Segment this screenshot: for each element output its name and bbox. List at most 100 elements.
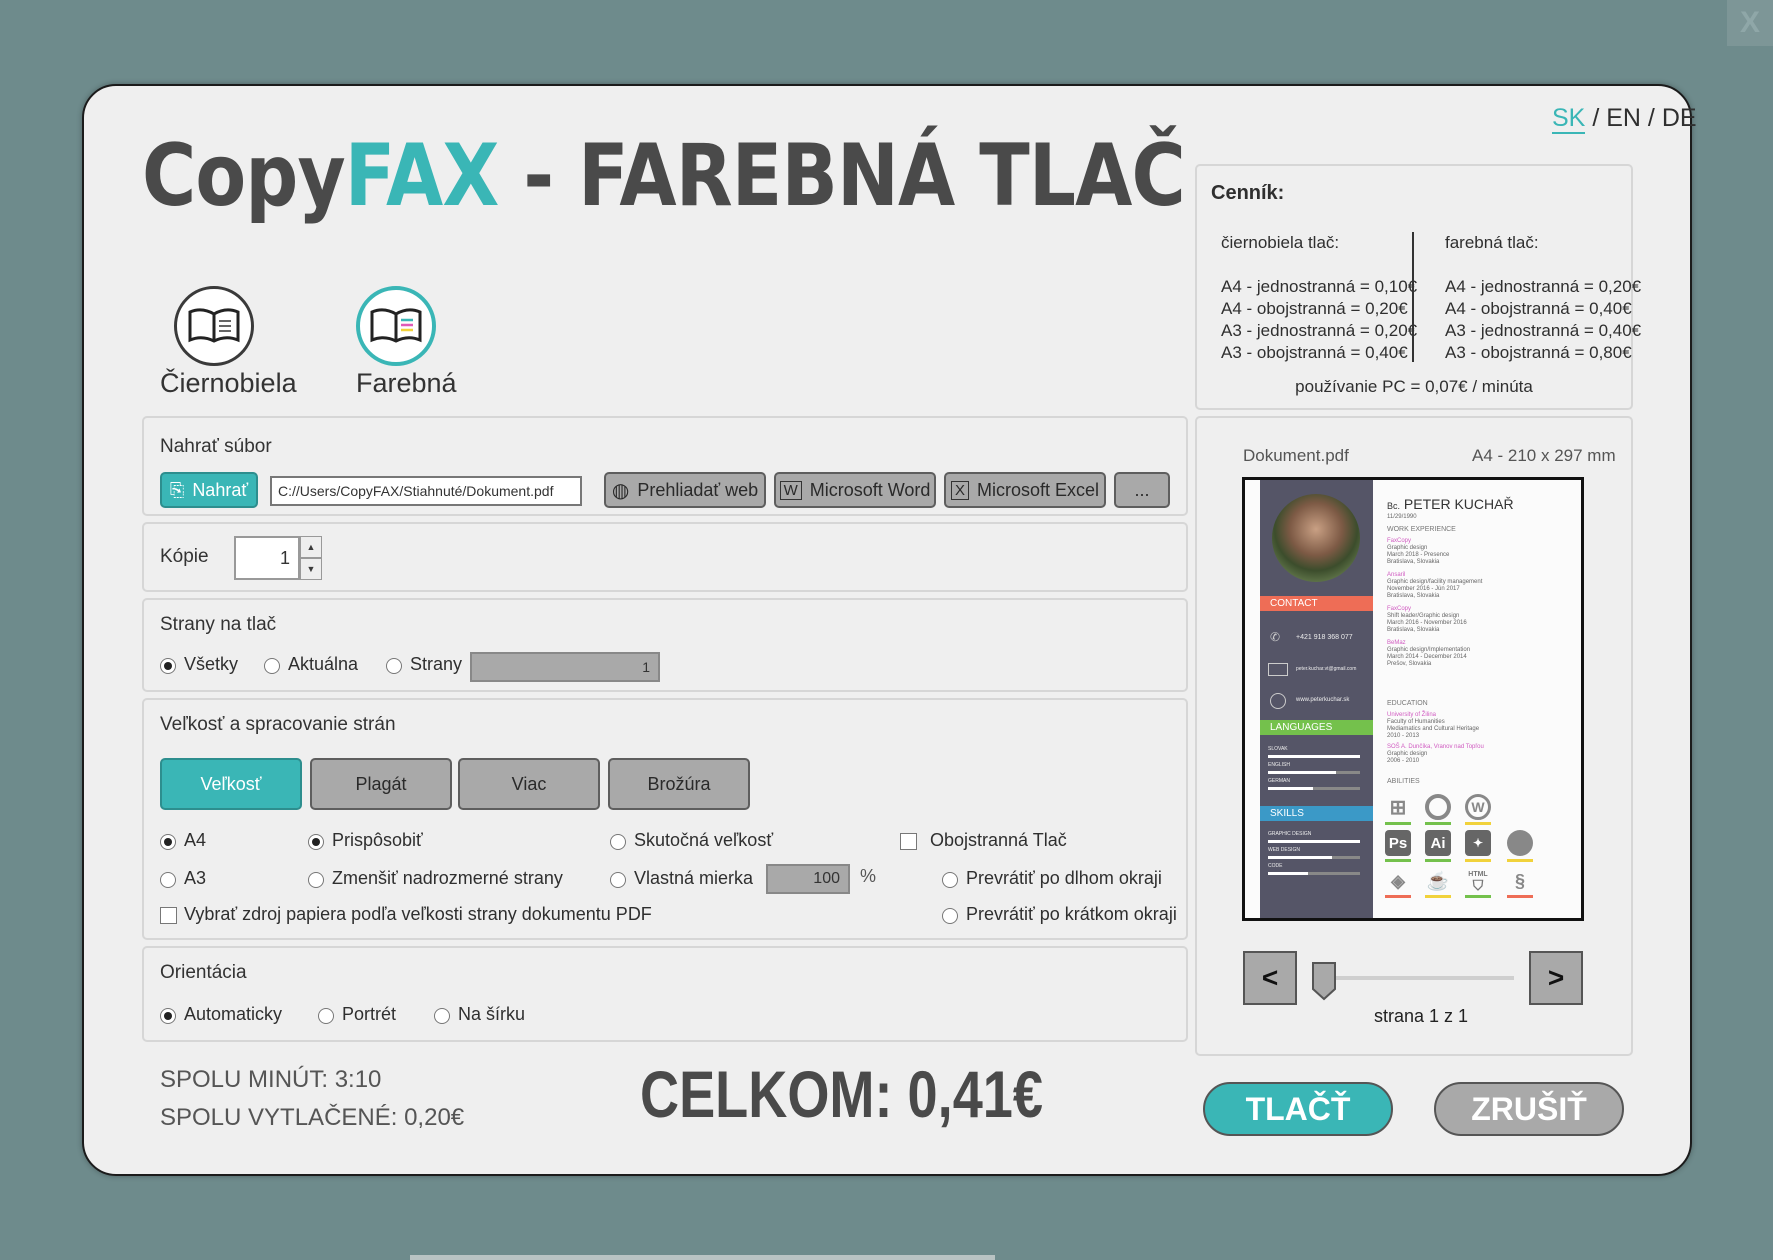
- mode-color[interactable]: [356, 286, 436, 366]
- custom-scale-radio[interactable]: [610, 872, 626, 888]
- globe-icon: ◍: [611, 479, 630, 502]
- browse-web-button[interactable]: ◍ Prehliadať web: [604, 472, 766, 508]
- ability-bar: [1425, 859, 1451, 862]
- cv-skill-item: CODE: [1268, 863, 1283, 869]
- cv-work-line: Bratislava, Slovakia: [1387, 559, 1440, 565]
- tab-booklet[interactable]: Brožúra: [608, 758, 750, 810]
- pages-range-input[interactable]: 1: [470, 652, 660, 682]
- cancel-button[interactable]: ZRUŠIŤ: [1434, 1082, 1624, 1136]
- size-label: Veľkosť a spracovanie strán: [160, 714, 396, 735]
- preview-filename: Dokument.pdf: [1243, 446, 1349, 465]
- lang-en[interactable]: EN: [1606, 104, 1641, 132]
- pages-label: Strany na tlač: [160, 614, 277, 635]
- cv-work-item: Ansaril Graphic design/facility managemen…: [1387, 572, 1482, 600]
- pages-range-radio[interactable]: [386, 658, 402, 674]
- duplex-checkbox[interactable]: [900, 833, 917, 850]
- cv-work-item: FaxCopy Graphic design March 2018 - Presen…: [1387, 538, 1482, 566]
- actual-size-radio[interactable]: [610, 834, 626, 850]
- price-item: A3 - jednostranná = 0,20€: [1221, 321, 1418, 340]
- tab-more[interactable]: Viac: [458, 758, 600, 810]
- ubuntu-icon: [1425, 794, 1451, 820]
- print-button[interactable]: TLAČŤ: [1203, 1082, 1393, 1136]
- excel-icon: X: [950, 480, 969, 500]
- word-icon: W: [779, 480, 802, 500]
- custom-scale-label: Vlastná mierka: [634, 868, 754, 888]
- fit-radio[interactable]: [308, 834, 324, 850]
- pricing-panel: Cenník: čiernobiela tlač: A4 - jednostra…: [1195, 164, 1641, 410]
- title-fax: FAX: [344, 126, 500, 226]
- cv-work-line: FaxCopy: [1387, 538, 1412, 544]
- cv-edu-item: University of Žilina Faculty of Humanitie…: [1387, 712, 1484, 740]
- cv-edu-line: Faculty of Humanities: [1387, 719, 1445, 725]
- lang-sk[interactable]: SK: [1552, 104, 1586, 134]
- ability-bar: [1465, 822, 1491, 825]
- orientation-auto-radio[interactable]: [160, 1008, 176, 1024]
- mode-bw[interactable]: [174, 286, 254, 366]
- tab-poster[interactable]: Plagát: [310, 758, 452, 810]
- color-price-title: farebná tlač:: [1445, 233, 1539, 252]
- skill-bar: [1268, 840, 1360, 843]
- upload-button[interactable]: ⎘ Nahrať: [160, 472, 258, 508]
- pc-price: používanie PC = 0,07€ / minúta: [1295, 377, 1533, 396]
- cv-work-item: BeMaz Graphic design/Implementation March …: [1387, 640, 1482, 668]
- cv-work-line: Graphic design/Implementation: [1387, 647, 1471, 653]
- scale-input[interactable]: 100: [766, 864, 850, 894]
- html5-shield: ⛉: [1472, 876, 1484, 893]
- page-slider-track[interactable]: [1314, 976, 1514, 980]
- pages-current-radio[interactable]: [264, 658, 280, 674]
- page-title: CopyFAX - FAREBNÁ TLAČ: [142, 126, 1186, 226]
- shrink-radio[interactable]: [308, 872, 324, 888]
- copies-down-icon[interactable]: ▼: [300, 558, 322, 580]
- grand-total: CELKOM: 0,41€: [640, 1057, 1044, 1131]
- blender-icon: [1507, 830, 1533, 856]
- cv-sidebar: CONTACT ✆ +421 918 368 077 peter.kuchar.…: [1260, 480, 1373, 918]
- tab-size[interactable]: Veľkosť: [160, 758, 302, 810]
- mail-icon: [1268, 663, 1288, 676]
- cv-work-line: Bratislava, Slovakia: [1387, 627, 1440, 633]
- book-bw-icon[interactable]: [174, 286, 254, 366]
- excel-button[interactable]: X Microsoft Excel: [944, 472, 1106, 508]
- python-icon: §: [1514, 870, 1525, 891]
- color-price-list: A4 - jednostranná = 0,20€ A4 - obojstran…: [1445, 276, 1641, 364]
- short-edge-radio[interactable]: [942, 908, 958, 924]
- copies-input[interactable]: 1: [234, 536, 300, 580]
- pages-all-radio[interactable]: [160, 658, 176, 674]
- shrink-label: Zmenšiť nadrozmerné strany: [332, 868, 563, 888]
- upload-label: Nahrať súbor: [160, 436, 272, 457]
- word-button[interactable]: W Microsoft Word: [774, 472, 936, 508]
- page-slider-thumb[interactable]: [1311, 961, 1337, 1001]
- copies-up-icon[interactable]: ▲: [300, 536, 322, 558]
- price-item: A4 - obojstranná = 0,40€: [1445, 299, 1632, 318]
- cv-work-line: November 2016 - Jún 2017: [1387, 586, 1460, 592]
- pdf-source-checkbox[interactable]: [160, 907, 177, 924]
- cv-name-prefix: Bc.: [1387, 501, 1401, 511]
- cv-work-line: Bratislava, Slovakia: [1387, 593, 1440, 599]
- cv-work-line: March 2016 - November 2016: [1387, 620, 1467, 626]
- long-edge-label: Prevrátiť po dlhom okraji: [966, 868, 1162, 888]
- lang-sep: /: [1592, 104, 1600, 132]
- orientation-landscape-label: Na šírku: [458, 1004, 526, 1024]
- cv-skill-item: GRAPHIC DESIGN: [1268, 831, 1312, 837]
- book-color-icon[interactable]: [356, 286, 436, 366]
- close-button[interactable]: X: [1727, 0, 1773, 46]
- cv-web: www.peterkuchar.sk: [1296, 697, 1350, 703]
- more-button[interactable]: ...: [1114, 472, 1170, 508]
- mode-color-label: Farebná: [356, 368, 457, 398]
- paper-a4-radio[interactable]: [160, 834, 176, 850]
- long-edge-radio[interactable]: [942, 872, 958, 888]
- cv-work-line: March 2018 - Presence: [1387, 552, 1450, 558]
- orientation-portrait-radio[interactable]: [318, 1008, 334, 1024]
- paper-a3-radio[interactable]: [160, 872, 176, 888]
- total-minutes: SPOLU MINÚT: 3:10: [160, 1066, 382, 1093]
- cv-work-line: Graphic design: [1387, 545, 1428, 551]
- bottom-strip: [410, 1255, 995, 1260]
- illustrator-icon: Ai: [1425, 830, 1451, 856]
- cv-email: peter.kuchar.vt@gmail.com: [1296, 666, 1357, 672]
- orientation-landscape-radio[interactable]: [434, 1008, 450, 1024]
- file-path-field[interactable]: C://Users/CopyFAX/Stiahnuté/Dokument.pdf: [270, 476, 582, 506]
- next-page-button[interactable]: >: [1529, 951, 1583, 1005]
- lang-de[interactable]: DE: [1662, 104, 1697, 132]
- prev-page-button[interactable]: <: [1243, 951, 1297, 1005]
- cv-work-line: BeMaz: [1387, 640, 1406, 646]
- cv-name: Bc. PETER KUCHAŘ: [1387, 496, 1514, 512]
